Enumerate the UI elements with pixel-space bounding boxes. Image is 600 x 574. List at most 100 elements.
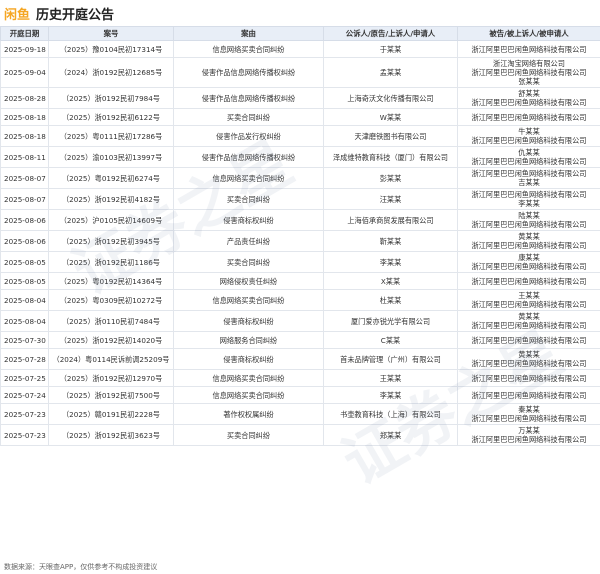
case-cause: 侵害作品信息网络传播权纠纷 xyxy=(173,87,324,109)
defendants: 浙江阿里巴巴闲鱼网络科技有限公司 xyxy=(457,272,600,290)
case-number: （2025）浙0192民初3623号 xyxy=(48,424,174,446)
defendants: 万某某 浙江阿里巴巴闲鱼网络科技有限公司 xyxy=(457,424,600,446)
case-number: （2025）浙0192民初7500号 xyxy=(48,386,174,404)
table-row: 2025-07-23 （2025）赣0191民初2228号 著作权权属纠纷 书壶教育科… xyxy=(0,403,600,425)
case-cause: 侵害作品发行权纠纷 xyxy=(173,125,324,147)
defendants: 仇某某 浙江阿里巴巴闲鱼网络科技有限公司 xyxy=(457,146,600,168)
plaintiff: W某某 xyxy=(323,108,458,126)
case-cause: 网络服务合同纠纷 xyxy=(173,331,324,349)
table-row: 2025-08-07 （2025）粤0192民初6274号 信息网络买卖合同纠纷 彭某… xyxy=(0,167,600,189)
plaintiff: 孟某某 xyxy=(323,57,458,88)
plaintiff: 靳某某 xyxy=(323,230,458,252)
hearing-date: 2025-08-18 xyxy=(0,108,49,126)
table-row: 2025-09-04 （2024）浙0192民初12685号 侵害作品信息网络传播权… xyxy=(0,57,600,88)
data-source-note: 数据来源：天眼查APP，仅供参考不构成投资建议 xyxy=(4,563,158,571)
plaintiff: 王某某 xyxy=(323,369,458,387)
case-number: （2025）豫0104民初17314号 xyxy=(48,40,174,58)
plaintiff: 郑某某 xyxy=(323,424,458,446)
table-row: 2025-08-28 （2025）浙0192民初7984号 侵害作品信息网络传播权纠… xyxy=(0,87,600,109)
plaintiff: C某某 xyxy=(323,331,458,349)
defendants: 浙江阿里巴巴闲鱼网络科技有限公司 李某某 xyxy=(457,188,600,210)
case-number: （2024）浙0192民初12685号 xyxy=(48,57,174,88)
plaintiff: 李某某 xyxy=(323,386,458,404)
defendant-name: 舒某某 xyxy=(518,89,540,98)
plaintiff: 杜某某 xyxy=(323,289,458,311)
case-cause: 侵害商标权纠纷 xyxy=(173,310,324,332)
defendant-name: 浙江阿里巴巴闲鱼网络科技有限公司 xyxy=(471,359,587,368)
case-number: （2024）粤0114民诉前调25209号 xyxy=(48,348,174,370)
defendants: 秦某某 浙江阿里巴巴闲鱼网络科技有限公司 xyxy=(457,403,600,425)
table-row: 2025-07-25 （2025）浙0192民初12970号 信息网络买卖合同纠纷王… xyxy=(0,369,600,387)
case-number: （2025）沪0105民初14609号 xyxy=(48,209,174,231)
case-number: （2025）浙0192民初14020号 xyxy=(48,331,174,349)
plaintiff: 天津磨铁图书有限公司 xyxy=(323,125,458,147)
column-header-cause: 案由 xyxy=(173,26,324,41)
case-cause: 信息网络买卖合同纠纷 xyxy=(173,369,324,387)
defendant-name: 浙江阿里巴巴闲鱼网络科技有限公司 xyxy=(471,300,587,309)
column-header-plaintiff: 公诉人/原告/上诉人/申请人 xyxy=(323,26,458,41)
defendant-name: 浙江阿里巴巴闲鱼网络科技有限公司 xyxy=(471,435,587,444)
plaintiff: 上海佰承商贸发展有限公司 xyxy=(323,209,458,231)
hearing-date: 2025-08-05 xyxy=(0,251,49,273)
hearing-date: 2025-08-18 xyxy=(0,125,49,147)
defendant-name: 仇某某 xyxy=(518,148,540,157)
table-row: 2025-08-18 （2025）粤0111民初17286号 侵害作品发行权纠纷 天津… xyxy=(0,125,600,147)
defendant-name: 陆某某 xyxy=(518,211,540,220)
defendant-name: 浙江阿里巴巴闲鱼网络科技有限公司 xyxy=(471,262,587,271)
hearing-date: 2025-08-28 xyxy=(0,87,49,109)
defendant-name: 浙江阿里巴巴闲鱼网络科技有限公司 xyxy=(471,44,587,54)
case-cause: 买卖合同纠纷 xyxy=(173,424,324,446)
hearing-date: 2025-09-04 xyxy=(0,57,49,88)
defendants: 浙江阿里巴巴闲鱼网络科技有限公司 xyxy=(457,40,600,58)
plaintiff: 李某某 xyxy=(323,251,458,273)
defendants: 浙江阿里巴巴闲鱼网络科技有限公司 xyxy=(457,108,600,126)
defendant-name: 浙江阿里巴巴闲鱼网络科技有限公司 xyxy=(471,390,587,400)
hearing-date: 2025-08-04 xyxy=(0,289,49,311)
column-header-case-no: 案号 xyxy=(48,26,174,41)
table-row: 2025-08-06 （2025）浙0192民初3945号 产品责任纠纷 靳某某 黄某某… xyxy=(0,230,600,252)
defendant-name: 浙江阿里巴巴闲鱼网络科技有限公司 xyxy=(471,136,587,145)
hearing-date: 2025-07-25 xyxy=(0,369,49,387)
hearing-date: 2025-08-07 xyxy=(0,167,49,189)
table-row: 2025-08-04 （2025）浙0110民初7484号 侵害商标权纠纷 厦门爱亦锐… xyxy=(0,310,600,332)
hearing-date: 2025-08-11 xyxy=(0,146,49,168)
case-number: （2025）浙0192民初7984号 xyxy=(48,87,174,109)
table-row: 2025-08-04 （2025）粤0309民初10272号 信息网络买卖合同纠纷杜… xyxy=(0,289,600,311)
table-row: 2025-08-11 （2025）渝0103民初13997号 侵害作品信息网络传播权… xyxy=(0,146,600,168)
table-row: 2025-07-23 （2025）浙0192民初3623号 买卖合同纠纷 郑某某 万某某… xyxy=(0,424,600,446)
hearing-date: 2025-07-23 xyxy=(0,403,49,425)
defendants: 康某某 浙江阿里巴巴闲鱼网络科技有限公司 xyxy=(457,251,600,273)
defendants: 王某某 浙江阿里巴巴闲鱼网络科技有限公司 xyxy=(457,289,600,311)
hearing-date: 2025-08-05 xyxy=(0,272,49,290)
table-header-row: 开庭日期 案号 案由 公诉人/原告/上诉人/申请人 被告/被上诉人/被申请人 xyxy=(0,26,600,41)
case-number: （2025）粤0192民初14364号 xyxy=(48,272,174,290)
brand-logo: 闲鱼 xyxy=(4,7,31,23)
defendant-name: 牛某某 xyxy=(518,127,540,136)
case-cause: 买卖合同纠纷 xyxy=(173,108,324,126)
case-number: （2025）浙0192民初4182号 xyxy=(48,188,174,210)
defendant-name: 万某某 xyxy=(518,426,540,435)
case-cause: 信息网络买卖合同纠纷 xyxy=(173,40,324,58)
defendant-name: 李某某 xyxy=(518,199,540,208)
hearing-date: 2025-07-28 xyxy=(0,348,49,370)
defendant-name: 黄某某 xyxy=(518,312,540,321)
defendant-name: 浙江阿里巴巴闲鱼网络科技有限公司 xyxy=(471,414,587,423)
plaintiff: 厦门爱亦锐光学有限公司 xyxy=(323,310,458,332)
case-cause: 产品责任纠纷 xyxy=(173,230,324,252)
hearing-date: 2025-08-06 xyxy=(0,230,49,252)
defendants: 黄某某 浙江阿里巴巴闲鱼网络科技有限公司 xyxy=(457,310,600,332)
case-cause: 著作权权属纠纷 xyxy=(173,403,324,425)
case-number: （2025）粤0192民初6274号 xyxy=(48,167,174,189)
case-number: （2025）浙0192民初12970号 xyxy=(48,369,174,387)
plaintiff: 首未品牌管理（广州）有限公司 xyxy=(323,348,458,370)
page-header: 闲鱼 历史开庭公告 xyxy=(0,0,600,26)
column-header-date: 开庭日期 xyxy=(0,26,49,41)
case-number: （2025）浙0110民初7484号 xyxy=(48,310,174,332)
plaintiff: 书壶教育科技（上海）有限公司 xyxy=(323,403,458,425)
case-number: （2025）浙0192民初1186号 xyxy=(48,251,174,273)
hearing-date: 2025-09-18 xyxy=(0,40,49,58)
defendant-name: 浙江阿里巴巴闲鱼网络科技有限公司 xyxy=(471,68,587,77)
defendant-name: 浙江阿里巴巴闲鱼网络科技有限公司 xyxy=(471,98,587,107)
defendant-name: 浙江阿里巴巴闲鱼网络科技有限公司 xyxy=(471,321,587,330)
case-number: （2025）粤0309民初10272号 xyxy=(48,289,174,311)
